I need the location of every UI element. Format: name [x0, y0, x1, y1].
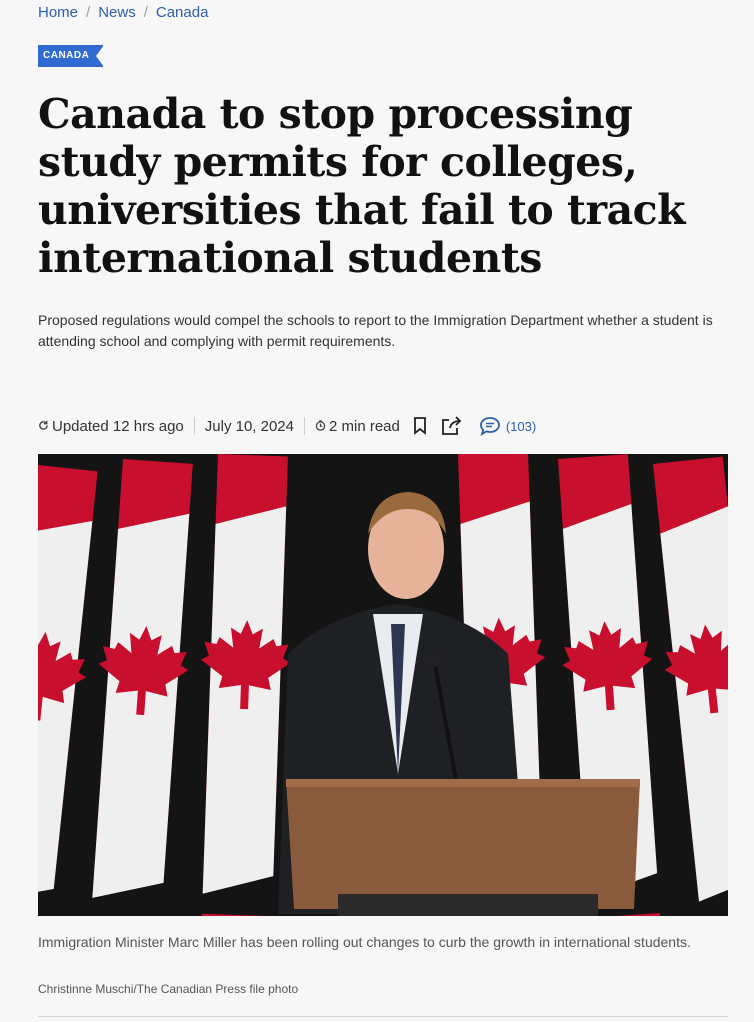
- photo-credit: Christinne Muschi/The Canadian Press fil…: [38, 982, 299, 996]
- breadcrumb: Home / News / Canada: [38, 4, 208, 21]
- read-time: 2 min read: [329, 417, 400, 435]
- breadcrumb-news[interactable]: News: [98, 4, 136, 21]
- breadcrumb-separator: /: [143, 4, 148, 21]
- breadcrumb-separator: /: [86, 4, 91, 21]
- comment-count[interactable]: (103): [506, 419, 536, 434]
- updated-time: Updated 12 hrs ago: [52, 417, 184, 435]
- photo-caption: Immigration Minister Marc Miller has bee…: [38, 934, 691, 950]
- article-headline: Canada to stop processing study permits …: [38, 90, 686, 282]
- share-icon[interactable]: [440, 414, 464, 438]
- breadcrumb-home[interactable]: Home: [38, 4, 78, 21]
- podium: [286, 779, 640, 916]
- refresh-icon: [38, 418, 49, 435]
- clock-icon: [315, 418, 326, 435]
- article-photo[interactable]: [38, 454, 728, 916]
- article-meta: Updated 12 hrs ago July 10, 2024 2 min r…: [38, 414, 536, 438]
- comment-icon[interactable]: [478, 414, 502, 438]
- bookmark-icon[interactable]: [408, 414, 432, 438]
- section-tag[interactable]: CANADA: [38, 45, 105, 67]
- meta-divider: [304, 417, 305, 435]
- article-dek: Proposed regulations would compel the sc…: [38, 312, 713, 349]
- publish-date: July 10, 2024: [204, 417, 294, 435]
- meta-divider: [193, 417, 195, 435]
- divider: [38, 1016, 728, 1017]
- breadcrumb-canada[interactable]: Canada: [156, 4, 209, 21]
